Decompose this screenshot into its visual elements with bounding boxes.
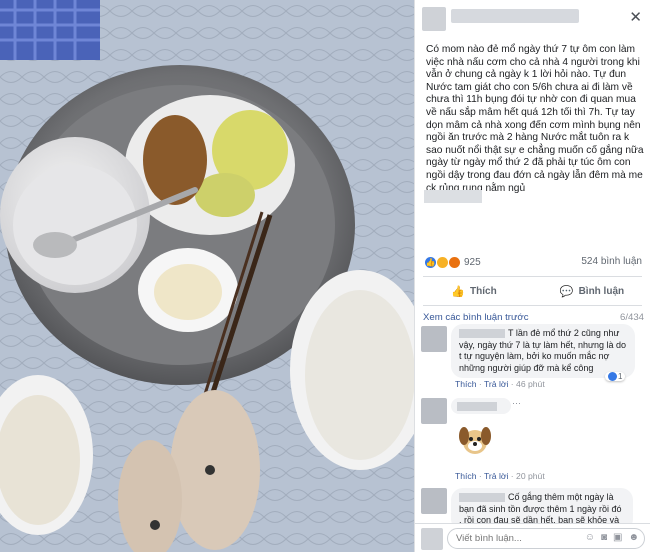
sad-reaction-icon — [437, 256, 448, 268]
post-detail-panel: ✕ Có mom nào đẻ mổ ngày thứ 7 tự ôm con … — [414, 0, 650, 552]
post-body-text: Có mom nào đẻ mổ ngày thứ 7 tự ôm con là… — [426, 44, 644, 194]
commenter-name-redacted[interactable] — [457, 402, 497, 412]
close-icon[interactable]: ✕ — [629, 8, 642, 26]
commenter-name-redacted[interactable] — [459, 493, 505, 503]
comment-button[interactable]: 💬 Bình luận — [533, 279, 650, 303]
comment-meta: Thích · Trả lời · 46 phút — [455, 379, 545, 389]
commenter-avatar[interactable] — [421, 326, 447, 352]
dog-sticker-icon — [459, 427, 491, 454]
emoji-icon[interactable]: ☺ — [585, 532, 595, 543]
composer-icons: ☺ ◙ ▣ ☻ — [585, 532, 639, 543]
comment-icon: 💬 — [559, 285, 574, 298]
comment-reply-link[interactable]: Trả lời — [484, 471, 508, 481]
post-actions: 👍 Thích 💬 Bình luận — [415, 279, 650, 303]
commenter-name-redacted[interactable] — [459, 329, 505, 339]
comments-shown-count: 6/434 — [619, 312, 644, 323]
meal-photo-illustration — [0, 0, 414, 552]
like-button-label: Thích — [470, 285, 497, 297]
view-previous-comments-link[interactable]: Xem các bình luận trước — [423, 312, 529, 323]
post-header: ✕ — [415, 0, 650, 34]
comment-like-link[interactable]: Thích — [455, 379, 477, 389]
comment-time: 46 phút — [516, 379, 545, 389]
commenter-avatar[interactable] — [421, 488, 447, 514]
divider — [423, 305, 642, 306]
more-options-icon[interactable]: ⋯ — [512, 398, 521, 409]
reaction-count: 925 — [464, 256, 481, 268]
comment-bubble: T lần đẻ mổ thứ 2 cũng như vậy, ngày thứ… — [451, 324, 635, 378]
author-avatar[interactable] — [422, 7, 446, 31]
like-reaction-icon: 👍 — [425, 256, 436, 268]
author-name-redacted[interactable] — [451, 9, 579, 23]
angry-reaction-icon — [449, 256, 460, 268]
divider — [423, 276, 642, 277]
comment-composer: ☺ ◙ ▣ ☻ — [415, 523, 650, 552]
current-user-avatar — [421, 528, 443, 550]
post-photo[interactable] — [0, 0, 414, 552]
redacted-line — [424, 190, 482, 203]
commenter-avatar[interactable] — [421, 398, 447, 424]
comment-like-link[interactable]: Thích — [455, 471, 477, 481]
comment-bubble — [451, 398, 511, 414]
sticker-icon[interactable]: ☻ — [628, 532, 639, 543]
comment-button-label: Bình luận — [578, 285, 625, 297]
comment-reaction-count: 1 — [618, 372, 623, 381]
like-button[interactable]: 👍 Thích — [415, 279, 533, 303]
like-reaction-icon — [608, 372, 617, 382]
comment-count[interactable]: 524 bình luận — [581, 256, 642, 267]
thumbs-up-icon: 👍 — [451, 285, 466, 298]
reaction-summary[interactable]: 👍 925 — [425, 255, 481, 269]
gif-icon[interactable]: ▣ — [613, 532, 622, 543]
dog-sticker — [455, 420, 495, 460]
comment-time: 20 phút — [516, 471, 545, 481]
comment-reply-link[interactable]: Trả lời — [484, 379, 508, 389]
camera-icon[interactable]: ◙ — [601, 532, 607, 543]
comment-reaction-badge[interactable]: 1 — [605, 372, 626, 382]
comment-meta: Thích · Trả lời · 20 phút — [455, 471, 545, 481]
